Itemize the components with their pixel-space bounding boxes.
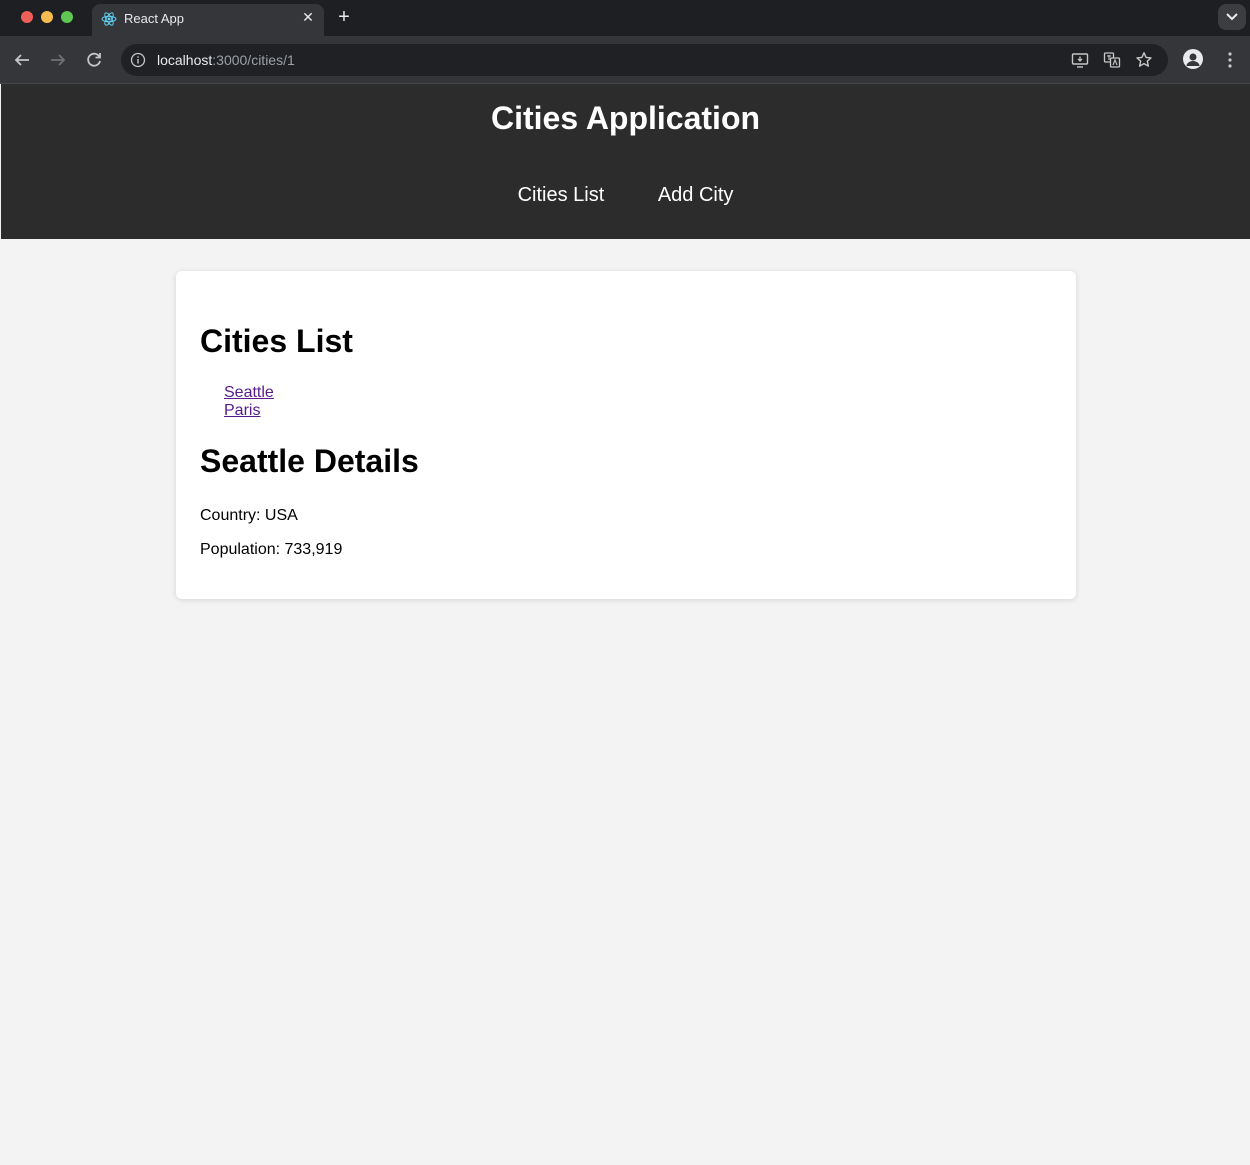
install-app-icon[interactable] [1071,51,1089,69]
city-link-paris[interactable]: Paris [224,402,260,419]
nav-link-cities-list[interactable]: Cities List [518,184,605,207]
city-details-heading: Seattle Details [200,443,419,479]
site-info-icon[interactable] [130,52,146,68]
content-card: Cities List Seattle Paris Seattle Detail… [176,271,1076,599]
window-close-button[interactable] [21,11,33,23]
tab-close-icon[interactable]: ✕ [300,9,316,25]
address-bar[interactable]: localhost:3000/cities/1 [121,44,1168,76]
list-item: Paris [224,402,274,420]
nav-link-add-city[interactable]: Add City [658,184,734,207]
more-options-icon[interactable] [1222,48,1238,72]
tab-title: React App [124,11,184,26]
app-header: Cities Application Cities List Add City [1,84,1250,239]
city-link-seattle[interactable]: Seattle [224,384,274,401]
person-icon [1186,53,1200,66]
profile-avatar-icon[interactable] [1183,49,1203,69]
url-path: :3000/cities/1 [212,52,295,68]
browser-tab[interactable]: React App ✕ [92,4,324,36]
cities-list-heading: Cities List [200,323,353,359]
url-text: localhost:3000/cities/1 [157,52,295,68]
chevron-down-icon [1226,13,1238,21]
app-title: Cities Application [490,100,761,136]
reload-icon[interactable] [82,48,106,72]
window-minimize-button[interactable] [41,11,53,23]
browser-toolbar: localhost:3000/cities/1 [0,36,1250,84]
app-nav: Cities List Add City [1,184,1250,207]
forward-arrow-icon[interactable] [46,48,70,72]
browser-tab-strip: React App ✕ + [0,0,1250,36]
country-text: Country: USA [200,507,298,524]
tab-search-button[interactable] [1218,4,1246,30]
window-zoom-button[interactable] [61,11,73,23]
back-arrow-icon[interactable] [10,48,34,72]
list-item: Seattle [224,384,274,402]
bookmark-star-icon[interactable] [1135,51,1153,69]
react-logo-icon [101,12,117,26]
url-host: localhost [157,52,213,68]
translate-icon[interactable] [1103,51,1121,69]
city-link-list: Seattle Paris [224,384,274,420]
population-text: Population: 733,919 [200,541,343,558]
new-tab-button[interactable]: + [334,6,354,28]
